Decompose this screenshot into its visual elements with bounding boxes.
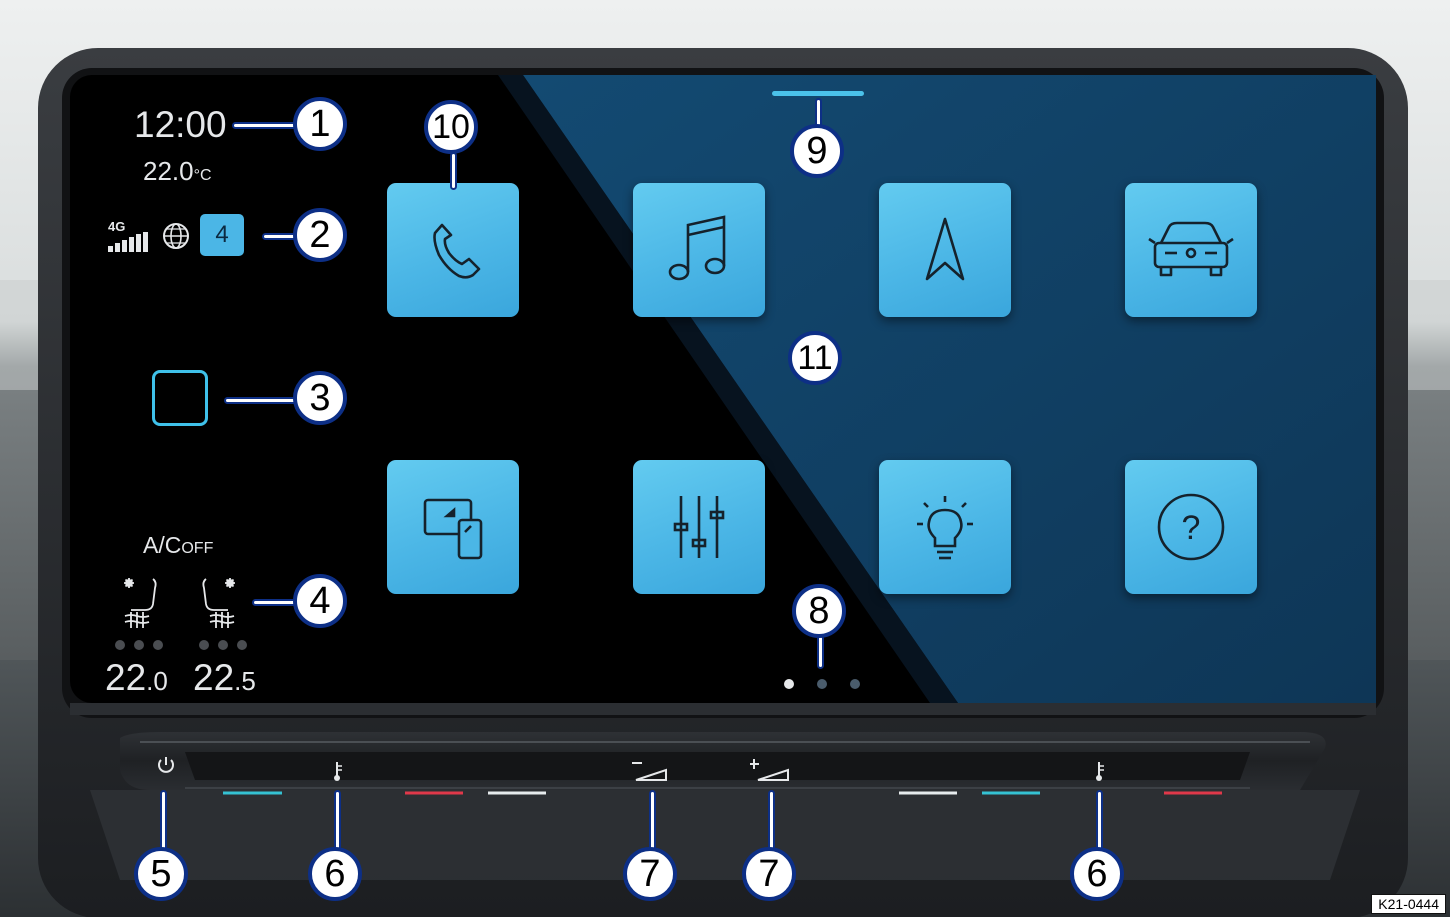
left-zone-temperature[interactable]: 22.0 bbox=[105, 657, 168, 699]
clock[interactable]: 12:00 bbox=[134, 104, 227, 146]
leader-7a bbox=[649, 790, 656, 854]
callout-7b: 7 bbox=[742, 847, 796, 901]
tile-navigation[interactable] bbox=[879, 183, 1011, 317]
leader-6b bbox=[1096, 790, 1103, 854]
volume-down-icon[interactable] bbox=[630, 760, 670, 782]
signal-strength-icon bbox=[108, 232, 148, 252]
sound-equalizer-icon bbox=[673, 496, 725, 558]
outside-temperature: 22.0°C bbox=[143, 156, 212, 187]
seat-ventilation-right-icon[interactable] bbox=[192, 574, 244, 630]
notification-badge[interactable]: 4 bbox=[200, 214, 244, 256]
ac-state: OFF bbox=[181, 540, 214, 557]
callout-8: 8 bbox=[792, 584, 846, 638]
callout-6a: 6 bbox=[308, 847, 362, 901]
right-temp-main: 22 bbox=[193, 657, 235, 698]
leader-8 bbox=[817, 635, 824, 669]
seat-level-left-3 bbox=[153, 640, 163, 650]
callout-9: 9 bbox=[790, 124, 844, 178]
tile-phone[interactable] bbox=[387, 183, 519, 317]
infotainment-figure: 12:00 22.0°C 4G 4 A/COFF 22.0 22.5 ? 1 2… bbox=[0, 0, 1450, 917]
left-temp-decimal: .0 bbox=[146, 666, 168, 696]
seat-level-left-2 bbox=[134, 640, 144, 650]
car-icon bbox=[1148, 221, 1234, 277]
tile-help[interactable]: ? bbox=[1125, 460, 1257, 594]
temperature-right-icon[interactable] bbox=[1095, 760, 1109, 782]
callout-7a: 7 bbox=[623, 847, 677, 901]
seat-level-left-1 bbox=[115, 640, 125, 650]
seat-level-right-1 bbox=[199, 640, 209, 650]
callout-4: 4 bbox=[293, 574, 347, 628]
globe-icon bbox=[163, 223, 189, 249]
right-zone-temperature[interactable]: 22.5 bbox=[193, 657, 256, 699]
temperature-left-icon[interactable] bbox=[333, 760, 347, 782]
callout-11: 11 bbox=[788, 331, 842, 385]
help-icon: ? bbox=[1157, 493, 1225, 561]
light-icon bbox=[917, 496, 973, 560]
page-indicator-3[interactable] bbox=[850, 679, 860, 689]
shortcut-placeholder-button[interactable] bbox=[152, 370, 208, 426]
leader-5 bbox=[160, 790, 167, 854]
outside-temperature-unit: °C bbox=[193, 167, 212, 184]
seat-level-right-3 bbox=[237, 640, 247, 650]
power-icon[interactable] bbox=[155, 754, 177, 776]
leader-1 bbox=[232, 122, 300, 129]
music-icon bbox=[668, 215, 726, 281]
callout-2: 2 bbox=[293, 208, 347, 262]
figure-reference: K21-0444 bbox=[1371, 894, 1446, 914]
app-connect-icon bbox=[423, 498, 483, 560]
callout-1: 1 bbox=[293, 97, 347, 151]
page-indicator-2[interactable] bbox=[817, 679, 827, 689]
seat-ventilation-left-icon[interactable] bbox=[117, 574, 169, 630]
tile-media[interactable] bbox=[633, 183, 765, 317]
seat-level-right-2 bbox=[218, 640, 228, 650]
callout-10: 10 bbox=[424, 100, 478, 154]
ac-label: A/C bbox=[143, 532, 182, 558]
tile-app-connect[interactable] bbox=[387, 460, 519, 594]
page-indicator-1[interactable] bbox=[784, 679, 794, 689]
tile-vehicle[interactable] bbox=[1125, 183, 1257, 317]
navigation-icon bbox=[925, 217, 965, 281]
outside-temperature-value: 22.0 bbox=[143, 156, 194, 186]
right-temp-decimal: .5 bbox=[234, 666, 256, 696]
ac-status[interactable]: A/COFF bbox=[143, 532, 213, 559]
callout-3: 3 bbox=[293, 371, 347, 425]
callout-5: 5 bbox=[134, 847, 188, 901]
leader-6a bbox=[334, 790, 341, 854]
tile-light[interactable] bbox=[879, 460, 1011, 594]
left-temp-main: 22 bbox=[105, 657, 147, 698]
volume-up-icon[interactable] bbox=[750, 758, 790, 782]
leader-3 bbox=[224, 397, 300, 404]
leader-7b bbox=[768, 790, 775, 854]
tile-sound-settings[interactable] bbox=[633, 460, 765, 594]
leader-10 bbox=[450, 152, 457, 190]
svg-text:?: ? bbox=[1182, 509, 1201, 547]
app-drawer-handle[interactable] bbox=[772, 91, 864, 96]
callout-6b: 6 bbox=[1070, 847, 1124, 901]
phone-icon bbox=[433, 223, 481, 279]
